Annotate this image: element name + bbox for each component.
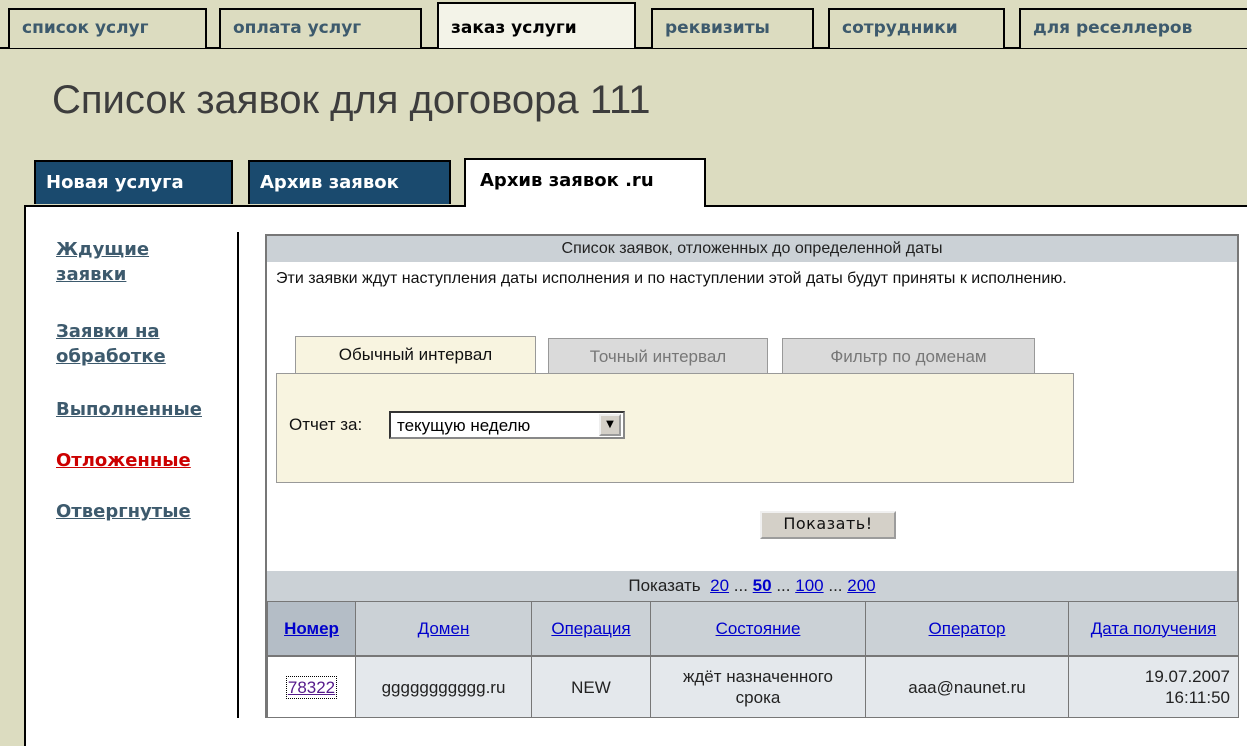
tab-resellers[interactable]: для реселлеров bbox=[1019, 8, 1247, 48]
pager-separator: ... bbox=[776, 576, 791, 595]
menu-orders-processing-line2: обработке bbox=[56, 346, 166, 367]
menu-rejected[interactable]: Отвергнутые bbox=[56, 499, 191, 524]
menu-waiting-orders-line2: заявки bbox=[56, 264, 127, 285]
order-number-link[interactable]: 78322 bbox=[285, 675, 338, 699]
col-header-operator[interactable]: Оператор bbox=[865, 601, 1069, 656]
report-period-select[interactable]: текущую неделю bbox=[389, 411, 625, 439]
dropdown-arrow-icon[interactable]: ▼ bbox=[599, 414, 621, 436]
table-row-status-cell: ждёт назначенного срока bbox=[650, 656, 866, 718]
menu-waiting-orders[interactable]: Ждущие заявки bbox=[56, 237, 149, 287]
menu-divider bbox=[237, 232, 239, 718]
tab-orders-archive[interactable]: Архив заявок bbox=[248, 160, 451, 204]
page-size-100[interactable]: 100 bbox=[795, 576, 823, 595]
tab-requisites[interactable]: реквизиты bbox=[651, 8, 814, 48]
show-button[interactable]: Показать! bbox=[760, 511, 896, 539]
panel-description: Эти заявки ждут наступления даты исполне… bbox=[276, 270, 1067, 287]
table-row-domain-cell: ggggggggggg.ru bbox=[355, 656, 532, 718]
tab-order-service[interactable]: заказ услуги bbox=[437, 2, 636, 48]
col-header-number[interactable]: Номер bbox=[267, 601, 356, 656]
tab-new-service[interactable]: Новая услуга bbox=[34, 160, 233, 204]
page-size-200[interactable]: 200 bbox=[847, 576, 875, 595]
filter-tab-domain-filter[interactable]: Фильтр по доменам bbox=[782, 338, 1035, 374]
menu-waiting-orders-line1: Ждущие bbox=[56, 239, 150, 260]
table-row-date-cell: 19.07.2007 16:11:50 bbox=[1068, 656, 1239, 718]
page-size-selector: Показать 20 ... 50 ... 100 ... 200 bbox=[267, 571, 1237, 601]
table-row-operator-cell: aaa@naunet.ru bbox=[865, 656, 1069, 718]
tab-orders-archive-ru[interactable]: Архив заявок .ru bbox=[464, 158, 706, 207]
page-size-label: Показать bbox=[628, 576, 701, 595]
sub-tabs-baseline bbox=[704, 205, 1247, 207]
col-header-status[interactable]: Состояние bbox=[650, 601, 866, 656]
panel-heading: Список заявок, отложенных до определенно… bbox=[267, 236, 1237, 262]
col-header-domain[interactable]: Домен bbox=[355, 601, 532, 656]
report-period-label: Отчет за: bbox=[289, 415, 363, 434]
tab-payment[interactable]: оплата услуг bbox=[219, 8, 422, 48]
page-title: Список заявок для договора 111 bbox=[52, 78, 651, 122]
table-row-number-cell: 78322 bbox=[267, 656, 356, 718]
filter-tab-normal-interval[interactable]: Обычный интервал bbox=[295, 336, 536, 375]
col-header-operation[interactable]: Операция bbox=[531, 601, 651, 656]
page-size-50[interactable]: 50 bbox=[753, 576, 772, 595]
pager-separator: ... bbox=[733, 576, 748, 595]
tab-employees[interactable]: сотрудники bbox=[828, 8, 1005, 48]
table-row-operation-cell: NEW bbox=[531, 656, 651, 718]
pager-separator: ... bbox=[828, 576, 843, 595]
tab-services-list[interactable]: список услуг bbox=[8, 8, 207, 48]
col-header-date[interactable]: Дата получения bbox=[1068, 601, 1239, 656]
menu-postponed[interactable]: Отложенные bbox=[56, 448, 191, 473]
menu-completed[interactable]: Выполненные bbox=[56, 397, 202, 422]
filter-tab-exact-interval[interactable]: Точный интервал bbox=[548, 338, 768, 374]
received-time: 16:11:50 bbox=[1165, 688, 1230, 707]
menu-orders-processing-line1: Заявки на bbox=[56, 321, 160, 342]
page-size-20[interactable]: 20 bbox=[710, 576, 729, 595]
received-date: 19.07.2007 bbox=[1144, 667, 1230, 686]
menu-orders-processing[interactable]: Заявки на обработке bbox=[56, 319, 166, 369]
